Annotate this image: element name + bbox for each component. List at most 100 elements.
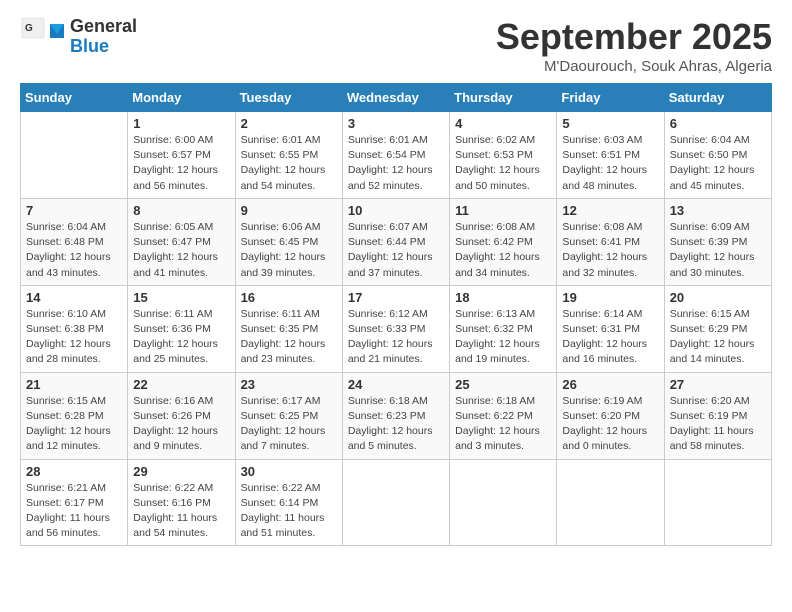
- day-number: 20: [670, 290, 766, 305]
- calendar-cell: [21, 112, 128, 199]
- calendar-week-2: 7 Sunrise: 6:04 AM Sunset: 6:48 PM Daylig…: [21, 198, 772, 285]
- day-info: Sunrise: 6:10 AM Sunset: 6:38 PM Dayligh…: [26, 307, 122, 368]
- calendar-week-3: 14 Sunrise: 6:10 AM Sunset: 6:38 PM Dayli…: [21, 285, 772, 372]
- calendar-cell: 8 Sunrise: 6:05 AM Sunset: 6:47 PM Daylig…: [128, 198, 235, 285]
- day-info: Sunrise: 6:22 AM Sunset: 6:14 PM Dayligh…: [241, 481, 337, 542]
- calendar-header-friday: Friday: [557, 84, 664, 112]
- day-number: 8: [133, 203, 229, 218]
- day-info: Sunrise: 6:12 AM Sunset: 6:33 PM Dayligh…: [348, 307, 444, 368]
- day-info: Sunrise: 6:05 AM Sunset: 6:47 PM Dayligh…: [133, 220, 229, 281]
- day-number: 17: [348, 290, 444, 305]
- day-number: 28: [26, 464, 122, 479]
- calendar-cell: 25 Sunrise: 6:18 AM Sunset: 6:22 PM Dayli…: [450, 372, 557, 459]
- day-number: 3: [348, 116, 444, 131]
- calendar-cell: 11Sunrise: 6:08 AM Sunset: 6:42 PM Dayli…: [450, 198, 557, 285]
- calendar-cell: 27 Sunrise: 6:20 AM Sunset: 6:19 PM Dayli…: [664, 372, 771, 459]
- day-number: 4: [455, 116, 551, 131]
- calendar: SundayMondayTuesdayWednesdayThursdayFrid…: [20, 83, 772, 546]
- calendar-cell: 28Sunrise: 6:21 AM Sunset: 6:17 PM Dayli…: [21, 459, 128, 546]
- calendar-header-tuesday: Tuesday: [235, 84, 342, 112]
- calendar-header-monday: Monday: [128, 84, 235, 112]
- calendar-cell: 16Sunrise: 6:11 AM Sunset: 6:35 PM Dayli…: [235, 285, 342, 372]
- calendar-cell: 29Sunrise: 6:22 AM Sunset: 6:16 PM Dayli…: [128, 459, 235, 546]
- calendar-cell: 4 Sunrise: 6:02 AM Sunset: 6:53 PM Daylig…: [450, 112, 557, 199]
- svg-text:G: G: [25, 23, 33, 34]
- day-number: 14: [26, 290, 122, 305]
- title-area: September 2025 M'Daourouch, Souk Ahras, …: [496, 16, 772, 75]
- day-number: 23: [241, 377, 337, 392]
- calendar-cell: 9Sunrise: 6:06 AM Sunset: 6:45 PM Daylig…: [235, 198, 342, 285]
- calendar-header-saturday: Saturday: [664, 84, 771, 112]
- day-info: Sunrise: 6:04 AM Sunset: 6:50 PM Dayligh…: [670, 133, 766, 194]
- day-number: 25: [455, 377, 551, 392]
- day-info: Sunrise: 6:22 AM Sunset: 6:16 PM Dayligh…: [133, 481, 229, 542]
- logo: G General Blue: [20, 16, 137, 58]
- day-number: 21: [26, 377, 122, 392]
- day-info: Sunrise: 6:03 AM Sunset: 6:51 PM Dayligh…: [562, 133, 658, 194]
- day-number: 5: [562, 116, 658, 131]
- calendar-cell: [450, 459, 557, 546]
- day-info: Sunrise: 6:15 AM Sunset: 6:28 PM Dayligh…: [26, 394, 122, 455]
- day-number: 15: [133, 290, 229, 305]
- calendar-header-thursday: Thursday: [450, 84, 557, 112]
- day-number: 7: [26, 203, 122, 218]
- day-info: Sunrise: 6:09 AM Sunset: 6:39 PM Dayligh…: [670, 220, 766, 281]
- day-info: Sunrise: 6:13 AM Sunset: 6:32 PM Dayligh…: [455, 307, 551, 368]
- day-info: Sunrise: 6:18 AM Sunset: 6:23 PM Dayligh…: [348, 394, 444, 455]
- calendar-cell: 24 Sunrise: 6:18 AM Sunset: 6:23 PM Dayli…: [342, 372, 449, 459]
- calendar-header-wednesday: Wednesday: [342, 84, 449, 112]
- day-info: Sunrise: 6:01 AM Sunset: 6:55 PM Dayligh…: [241, 133, 337, 194]
- calendar-cell: 22 Sunrise: 6:16 AM Sunset: 6:26 PM Dayli…: [128, 372, 235, 459]
- location: M'Daourouch, Souk Ahras, Algeria: [496, 58, 772, 75]
- day-info: Sunrise: 6:16 AM Sunset: 6:26 PM Dayligh…: [133, 394, 229, 455]
- calendar-week-5: 28Sunrise: 6:21 AM Sunset: 6:17 PM Dayli…: [21, 459, 772, 546]
- day-number: 19: [562, 290, 658, 305]
- day-info: Sunrise: 6:08 AM Sunset: 6:42 PM Dayligh…: [455, 220, 551, 281]
- calendar-cell: [342, 459, 449, 546]
- calendar-cell: [557, 459, 664, 546]
- calendar-header-sunday: Sunday: [21, 84, 128, 112]
- header: G General Blue September 2025 M'Daourouc…: [20, 16, 772, 75]
- day-info: Sunrise: 6:00 AM Sunset: 6:57 PM Dayligh…: [133, 133, 229, 194]
- calendar-cell: 26Sunrise: 6:19 AM Sunset: 6:20 PM Dayli…: [557, 372, 664, 459]
- calendar-cell: 13 Sunrise: 6:09 AM Sunset: 6:39 PM Dayli…: [664, 198, 771, 285]
- day-number: 10: [348, 203, 444, 218]
- calendar-week-4: 21 Sunrise: 6:15 AM Sunset: 6:28 PM Dayli…: [21, 372, 772, 459]
- day-info: Sunrise: 6:17 AM Sunset: 6:25 PM Dayligh…: [241, 394, 337, 455]
- day-info: Sunrise: 6:11 AM Sunset: 6:36 PM Dayligh…: [133, 307, 229, 368]
- calendar-cell: 5 Sunrise: 6:03 AM Sunset: 6:51 PM Daylig…: [557, 112, 664, 199]
- calendar-cell: 23 Sunrise: 6:17 AM Sunset: 6:25 PM Dayli…: [235, 372, 342, 459]
- day-info: Sunrise: 6:15 AM Sunset: 6:29 PM Dayligh…: [670, 307, 766, 368]
- calendar-cell: 30 Sunrise: 6:22 AM Sunset: 6:14 PM Dayli…: [235, 459, 342, 546]
- month-title: September 2025: [496, 16, 772, 58]
- calendar-cell: 1 Sunrise: 6:00 AM Sunset: 6:57 PM Daylig…: [128, 112, 235, 199]
- calendar-cell: 14 Sunrise: 6:10 AM Sunset: 6:38 PM Dayli…: [21, 285, 128, 372]
- day-number: 26: [562, 377, 658, 392]
- day-number: 24: [348, 377, 444, 392]
- calendar-cell: 2Sunrise: 6:01 AM Sunset: 6:55 PM Daylig…: [235, 112, 342, 199]
- calendar-cell: [664, 459, 771, 546]
- day-number: 12: [562, 203, 658, 218]
- logo-general: General: [70, 17, 137, 37]
- day-info: Sunrise: 6:01 AM Sunset: 6:54 PM Dayligh…: [348, 133, 444, 194]
- day-info: Sunrise: 6:04 AM Sunset: 6:48 PM Dayligh…: [26, 220, 122, 281]
- day-info: Sunrise: 6:20 AM Sunset: 6:19 PM Dayligh…: [670, 394, 766, 455]
- calendar-cell: 18 Sunrise: 6:13 AM Sunset: 6:32 PM Dayli…: [450, 285, 557, 372]
- day-number: 1: [133, 116, 229, 131]
- day-number: 18: [455, 290, 551, 305]
- calendar-cell: 20 Sunrise: 6:15 AM Sunset: 6:29 PM Dayli…: [664, 285, 771, 372]
- calendar-cell: 6 Sunrise: 6:04 AM Sunset: 6:50 PM Daylig…: [664, 112, 771, 199]
- logo-blue: Blue: [70, 37, 137, 57]
- day-info: Sunrise: 6:08 AM Sunset: 6:41 PM Dayligh…: [562, 220, 658, 281]
- day-number: 13: [670, 203, 766, 218]
- day-info: Sunrise: 6:02 AM Sunset: 6:53 PM Dayligh…: [455, 133, 551, 194]
- calendar-cell: 19Sunrise: 6:14 AM Sunset: 6:31 PM Dayli…: [557, 285, 664, 372]
- day-number: 30: [241, 464, 337, 479]
- day-number: 6: [670, 116, 766, 131]
- day-info: Sunrise: 6:06 AM Sunset: 6:45 PM Dayligh…: [241, 220, 337, 281]
- calendar-cell: 17 Sunrise: 6:12 AM Sunset: 6:33 PM Dayli…: [342, 285, 449, 372]
- day-number: 22: [133, 377, 229, 392]
- day-info: Sunrise: 6:18 AM Sunset: 6:22 PM Dayligh…: [455, 394, 551, 455]
- day-number: 27: [670, 377, 766, 392]
- day-info: Sunrise: 6:11 AM Sunset: 6:35 PM Dayligh…: [241, 307, 337, 368]
